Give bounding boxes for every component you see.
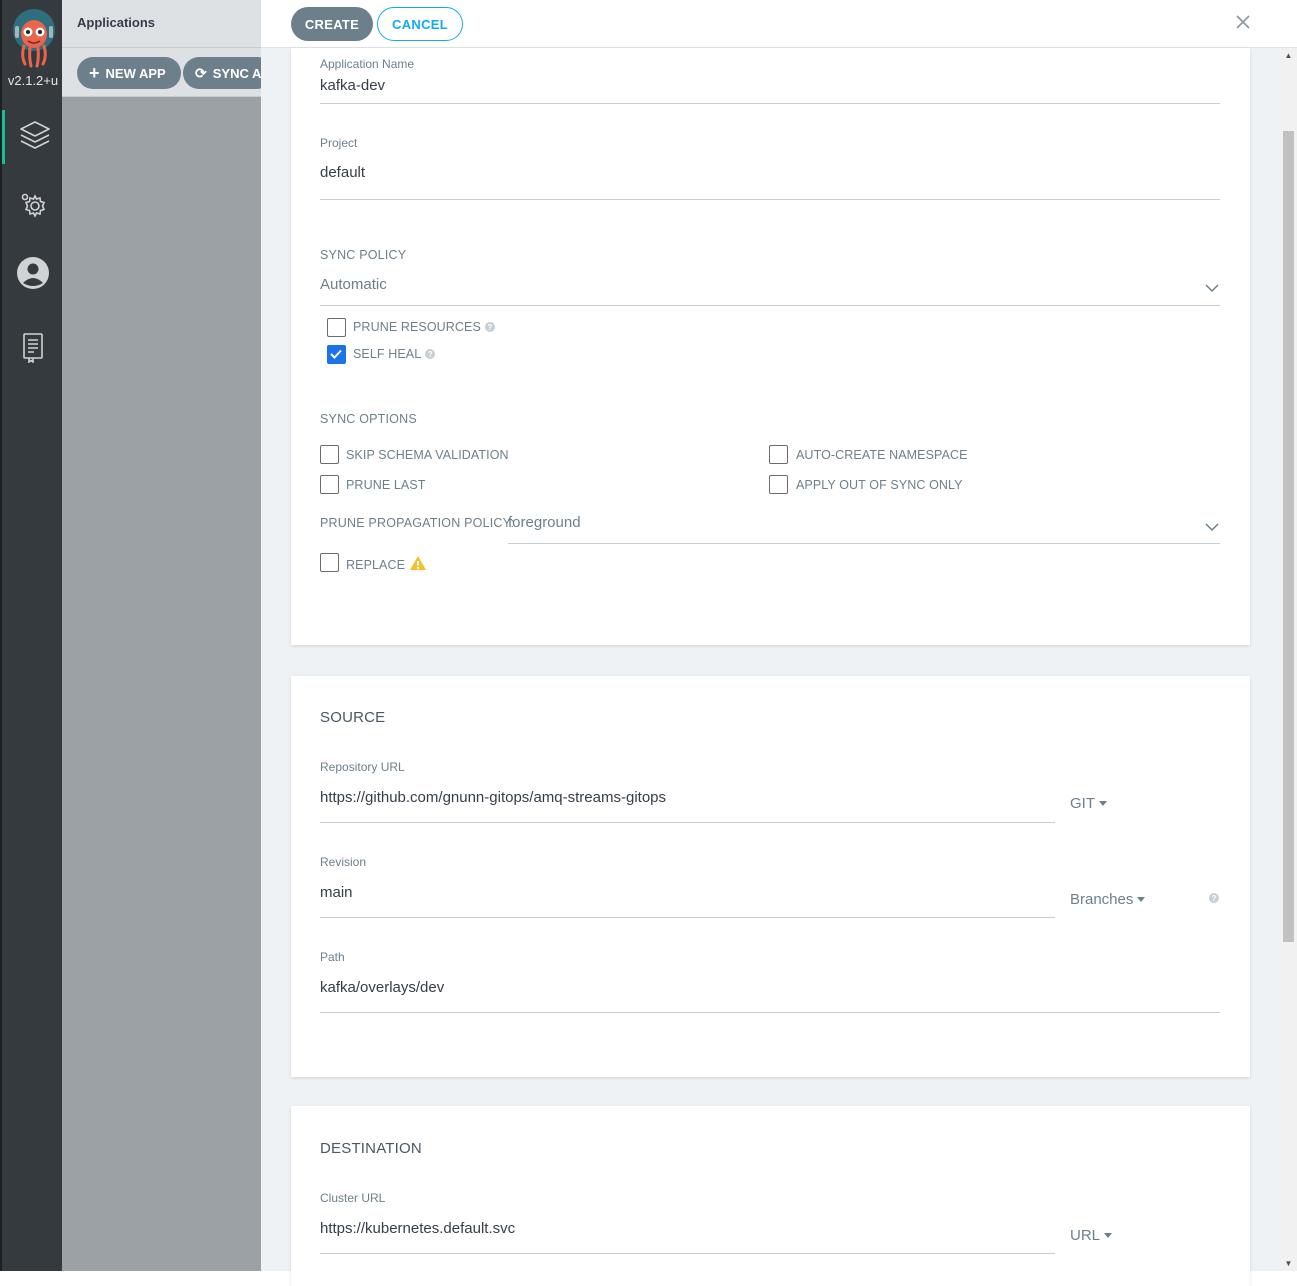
gears-icon bbox=[17, 189, 49, 226]
chevron-down-icon[interactable] bbox=[1205, 519, 1219, 537]
caret-down-icon bbox=[1104, 1233, 1113, 1238]
create-button[interactable]: CREATE bbox=[291, 7, 373, 41]
project-underline bbox=[320, 199, 1220, 200]
prune-propagation-underline bbox=[508, 543, 1220, 544]
scroll-down-icon[interactable]: ▼ bbox=[1283, 1259, 1294, 1269]
cancel-button[interactable]: CANCEL bbox=[377, 7, 463, 41]
nav-user-info[interactable] bbox=[2, 248, 64, 302]
revision-type-label: Branches bbox=[1070, 891, 1134, 908]
cluster-url-underline bbox=[320, 1253, 1055, 1254]
repo-type-label: GIT bbox=[1070, 795, 1095, 812]
project-label: Project bbox=[320, 136, 358, 150]
sync-policy-select[interactable]: Automatic bbox=[320, 276, 387, 293]
cluster-type-label: URL bbox=[1070, 1227, 1101, 1244]
scrollbar-thumb[interactable] bbox=[1283, 131, 1294, 942]
repo-url-input[interactable]: https://github.com/gnunn-gitops/amq-stre… bbox=[320, 789, 666, 806]
replace-checkbox[interactable] bbox=[320, 553, 339, 572]
docs-icon bbox=[20, 331, 46, 368]
help-icon[interactable]: ? bbox=[484, 322, 495, 332]
source-card: SOURCE Repository URL https://github.com… bbox=[291, 676, 1250, 1077]
repo-url-label: Repository URL bbox=[320, 760, 405, 774]
nav-applications[interactable] bbox=[2, 110, 64, 164]
path-label: Path bbox=[320, 950, 345, 964]
sync-policy-label: SYNC POLICY bbox=[320, 248, 407, 262]
revision-type-dropdown[interactable]: Branches bbox=[1070, 891, 1146, 908]
repo-type-dropdown[interactable]: GIT bbox=[1070, 795, 1107, 812]
create-app-panel: CREATE CANCEL Application Name kafka-dev… bbox=[261, 0, 1297, 1286]
warning-icon bbox=[409, 555, 427, 574]
close-icon[interactable] bbox=[1231, 10, 1255, 34]
self-heal-text: SELF HEAL ? bbox=[353, 347, 436, 361]
revision-underline bbox=[320, 917, 1055, 918]
cluster-type-dropdown[interactable]: URL bbox=[1070, 1227, 1113, 1244]
nav-docs[interactable] bbox=[2, 322, 64, 376]
new-app-label: NEW APP bbox=[105, 65, 166, 81]
version-label: v2.1.2+u bbox=[7, 73, 59, 88]
destination-card: DESTINATION Cluster URL https://kubernet… bbox=[291, 1106, 1250, 1286]
prune-resources-label: PRUNE RESOURCES bbox=[353, 320, 481, 334]
path-input[interactable]: kafka/overlays/dev bbox=[320, 979, 444, 996]
left-nav: v2.1.2+u bbox=[0, 0, 62, 1271]
plus-icon: + bbox=[89, 63, 100, 83]
project-input[interactable]: default bbox=[320, 164, 365, 181]
apply-out-of-sync-checkbox[interactable] bbox=[769, 475, 788, 494]
applications-backdrop bbox=[62, 0, 261, 1271]
general-card: Application Name kafka-dev Project defau… bbox=[291, 48, 1250, 645]
caret-down-icon bbox=[1137, 897, 1146, 902]
cluster-url-label: Cluster URL bbox=[320, 1191, 386, 1205]
sync-policy-underline bbox=[320, 305, 1220, 306]
self-heal-checkbox[interactable] bbox=[327, 345, 346, 364]
app-name-label: Application Name bbox=[320, 57, 415, 71]
layers-icon bbox=[18, 118, 52, 157]
prune-resources-checkbox[interactable] bbox=[327, 318, 346, 337]
self-heal-label: SELF HEAL bbox=[353, 347, 422, 361]
new-app-button[interactable]: + NEW APP bbox=[77, 57, 181, 89]
replace-label: REPLACE bbox=[346, 557, 406, 572]
prune-last-checkbox[interactable] bbox=[320, 475, 339, 494]
path-underline bbox=[320, 1012, 1220, 1013]
skip-schema-checkbox[interactable] bbox=[320, 445, 339, 464]
scroll-up-icon[interactable]: ▲ bbox=[1283, 51, 1294, 61]
help-icon[interactable]: ? bbox=[425, 349, 436, 359]
repo-url-underline bbox=[320, 822, 1055, 823]
sync-icon: ⟳ bbox=[195, 64, 207, 81]
app-name-underline bbox=[320, 103, 1220, 104]
help-icon[interactable]: ? bbox=[1209, 893, 1219, 903]
user-icon bbox=[16, 256, 50, 295]
panel-header: CREATE CANCEL bbox=[261, 0, 1297, 48]
page-title: Applications bbox=[77, 15, 156, 30]
revision-label: Revision bbox=[320, 855, 367, 869]
toolbar-divider bbox=[62, 47, 261, 48]
nav-settings[interactable] bbox=[2, 180, 64, 234]
cluster-url-input[interactable]: https://kubernetes.default.svc bbox=[320, 1220, 515, 1237]
argo-logo[interactable] bbox=[11, 8, 57, 68]
chevron-down-icon[interactable] bbox=[1205, 280, 1219, 298]
app-name-input[interactable]: kafka-dev bbox=[320, 77, 385, 94]
skip-schema-label: SKIP SCHEMA VALIDATION bbox=[346, 448, 509, 462]
destination-title: DESTINATION bbox=[320, 1140, 422, 1157]
sync-apps-button[interactable]: ⟳ SYNC APPS bbox=[183, 57, 273, 89]
auto-create-namespace-label: AUTO-CREATE NAMESPACE bbox=[796, 448, 968, 462]
prune-propagation-select[interactable]: foreground bbox=[508, 514, 581, 531]
source-title: SOURCE bbox=[320, 709, 386, 726]
apply-out-of-sync-label: APPLY OUT OF SYNC ONLY bbox=[796, 478, 963, 492]
prune-propagation-label: PRUNE PROPAGATION POLICY: bbox=[320, 516, 515, 530]
revision-input[interactable]: main bbox=[320, 884, 353, 901]
prune-last-label: PRUNE LAST bbox=[346, 478, 426, 492]
replace-text: REPLACE bbox=[346, 555, 427, 574]
auto-create-namespace-checkbox[interactable] bbox=[769, 445, 788, 464]
caret-down-icon bbox=[1099, 801, 1107, 806]
sync-options-label: SYNC OPTIONS bbox=[320, 412, 417, 426]
prune-resources-text: PRUNE RESOURCES ? bbox=[353, 320, 495, 334]
